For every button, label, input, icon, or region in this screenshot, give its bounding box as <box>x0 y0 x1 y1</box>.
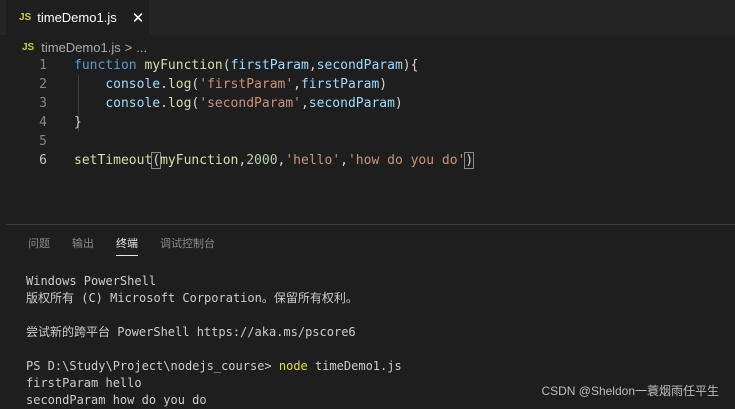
line-number: 5 <box>39 134 47 149</box>
code-line-2: 2 console.log('firstParam',firstParam) <box>0 75 735 94</box>
terminal-line: 版权所有 (C) Microsoft Corporation。保留所有权利。 <box>26 291 358 305</box>
close-icon[interactable]: ✕ <box>132 9 145 27</box>
token-function: log <box>167 77 192 92</box>
javascript-file-icon: JS <box>19 12 32 23</box>
code-text[interactable]: function myFunction(firstParam,secondPar… <box>74 56 418 75</box>
line-number: 4 <box>39 115 47 130</box>
tab-timedemo1[interactable]: JS timeDemo1.js ✕ <box>6 0 149 35</box>
terminal-output-line: firstParam hello <box>26 376 142 390</box>
panel-tabs: 问题 输出 终端 调试控制台 <box>28 235 237 256</box>
code-line-4: 4 } <box>0 113 735 132</box>
token-punct: ( <box>222 58 231 73</box>
token-punct: . <box>160 77 168 92</box>
token-param: secondParam <box>308 96 395 111</box>
line-number: 1 <box>39 58 47 73</box>
breadcrumb-more[interactable]: ... <box>136 40 147 55</box>
bracket-match: ( <box>151 152 162 169</box>
code-text[interactable]: } <box>74 113 82 132</box>
token-param: firstParam <box>230 58 309 73</box>
token-punct: , <box>308 58 317 73</box>
code-line-3: 3 console.log('secondParam',secondParam) <box>0 94 735 113</box>
token-keyword: function <box>74 58 137 73</box>
tab-debug-console[interactable]: 调试控制台 <box>160 235 215 256</box>
code-text[interactable]: console.log('secondParam',secondParam) <box>74 94 403 113</box>
token-punct: ) <box>394 96 403 111</box>
terminal-command: node <box>278 359 308 373</box>
terminal-output-line: secondParam how do you do <box>26 393 207 407</box>
token-object: console <box>105 96 161 111</box>
token-string: 'hello' <box>285 153 341 168</box>
token-string: 'firstParam' <box>199 77 294 92</box>
code-line-1: 1 function myFunction(firstParam,secondP… <box>0 56 735 75</box>
bracket-match: ) <box>464 152 475 169</box>
token-string: 'how do you do' <box>347 153 466 168</box>
watermark: CSDN @Sheldon一蓑烟雨任平生 <box>541 384 719 398</box>
token-punct: } <box>74 115 82 130</box>
chevron-right-icon: > <box>124 39 133 55</box>
editor-tab-bar: JS timeDemo1.js ✕ <box>0 0 735 35</box>
terminal-prompt: PS D:\Study\Project\nodejs_course> <box>26 359 279 373</box>
terminal-line: Windows PowerShell <box>26 274 157 288</box>
line-number: 2 <box>39 77 47 92</box>
token-number: 2000 <box>246 153 278 168</box>
token-punct: . <box>160 96 168 111</box>
breadcrumb: JS timeDemo1.js > ... <box>22 36 147 58</box>
code-text[interactable]: console.log('firstParam',firstParam) <box>74 75 387 94</box>
line-number: 3 <box>39 96 47 111</box>
line-number-active: 6 <box>39 153 47 168</box>
tab-output[interactable]: 输出 <box>72 235 94 256</box>
tab-filename: timeDemo1.js <box>37 10 117 25</box>
code-text[interactable]: setTimeout(myFunction,2000,'hello','how … <box>74 151 475 170</box>
terminal-line: 尝试新的跨平台 PowerShell https://aka.ms/pscore… <box>26 325 356 339</box>
code-editor[interactable]: 1 function myFunction(firstParam,secondP… <box>0 56 735 216</box>
tab-problems[interactable]: 问题 <box>28 235 50 256</box>
token-param: secondParam <box>316 58 403 73</box>
token-punct: , <box>301 96 309 111</box>
token-function: myFunction <box>160 153 239 168</box>
token-function: setTimeout <box>74 153 153 168</box>
token-function: log <box>167 96 192 111</box>
token-object: console <box>105 77 161 92</box>
token-punct: ){ <box>402 58 419 73</box>
tab-terminal[interactable]: 终端 <box>116 235 138 256</box>
code-line-6: 6 setTimeout(myFunction,2000,'hello','ho… <box>0 151 735 170</box>
terminal-command-line: PS D:\Study\Project\nodejs_course> node … <box>26 358 402 375</box>
code-line-5: 5 <box>0 132 735 151</box>
token-function: myFunction <box>144 58 223 73</box>
token-punct: , <box>340 153 348 168</box>
javascript-file-icon: JS <box>22 41 35 53</box>
terminal-command-arg: timeDemo1.js <box>307 359 402 373</box>
breadcrumb-file[interactable]: timeDemo1.js <box>41 40 120 55</box>
token-string: 'secondParam' <box>199 96 301 111</box>
token-punct: , <box>293 77 301 92</box>
token-param: firstParam <box>301 77 380 92</box>
terminal[interactable]: Windows PowerShell 版权所有 (C) Microsoft Co… <box>26 273 402 409</box>
token-punct: ) <box>379 77 388 92</box>
